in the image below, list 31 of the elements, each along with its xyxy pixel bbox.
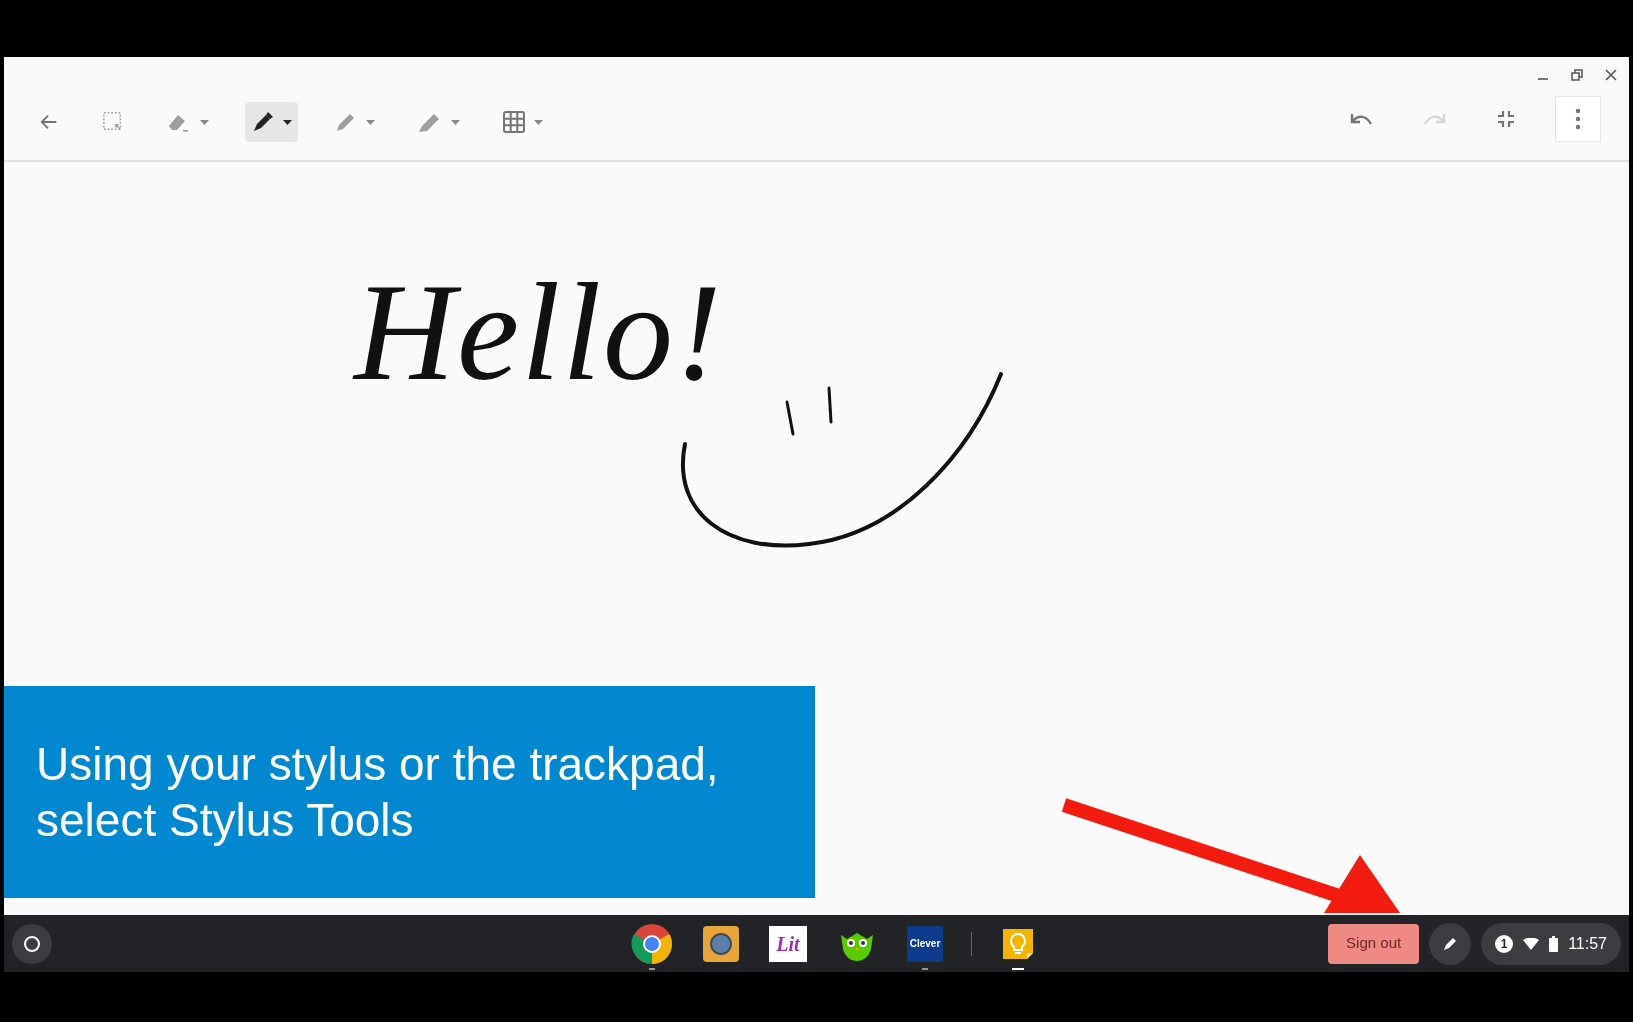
clock-time: 11:57: [1568, 933, 1607, 954]
caret-icon: [200, 119, 209, 125]
restore-icon[interactable]: [1571, 69, 1583, 81]
browser-app-icon[interactable]: [631, 922, 673, 965]
running-indicator: [649, 967, 655, 970]
running-indicator: [1012, 967, 1024, 970]
clever-app-icon[interactable]: Clever: [907, 925, 943, 962]
caret-icon: [366, 119, 375, 125]
caret-icon: [451, 119, 460, 125]
grid-icon: [502, 110, 526, 134]
shelf-app-button[interactable]: Clever: [905, 916, 945, 971]
stylus-icon: [1442, 935, 1459, 952]
notification-count: 1: [1495, 934, 1514, 953]
status-tray[interactable]: 1 11:57: [1481, 922, 1621, 965]
running-indicator: [922, 967, 928, 970]
more-vertical-icon: [1575, 108, 1581, 130]
dashed-selection-icon: [102, 111, 124, 133]
exit-fullscreen-icon: [1496, 109, 1516, 129]
sign-out-button[interactable]: Sign out: [1328, 923, 1420, 964]
handwritten-ink-text: Hello!: [354, 262, 724, 402]
tool-button[interactable]: [245, 102, 298, 142]
shelf-app-button[interactable]: Lit: [767, 916, 809, 971]
lit-app-icon[interactable]: Lit: [769, 925, 807, 962]
caret-icon: [283, 119, 292, 125]
marker-pen-icon: [251, 110, 275, 134]
caret-icon: [534, 119, 543, 125]
caption-text: Using your stylus or the trackpad, select Stylus Tools: [36, 737, 720, 848]
battery-icon: [1549, 935, 1559, 952]
launcher-button[interactable]: [12, 923, 52, 964]
wifi-icon: [1523, 937, 1540, 950]
close-icon[interactable]: [1605, 69, 1617, 81]
